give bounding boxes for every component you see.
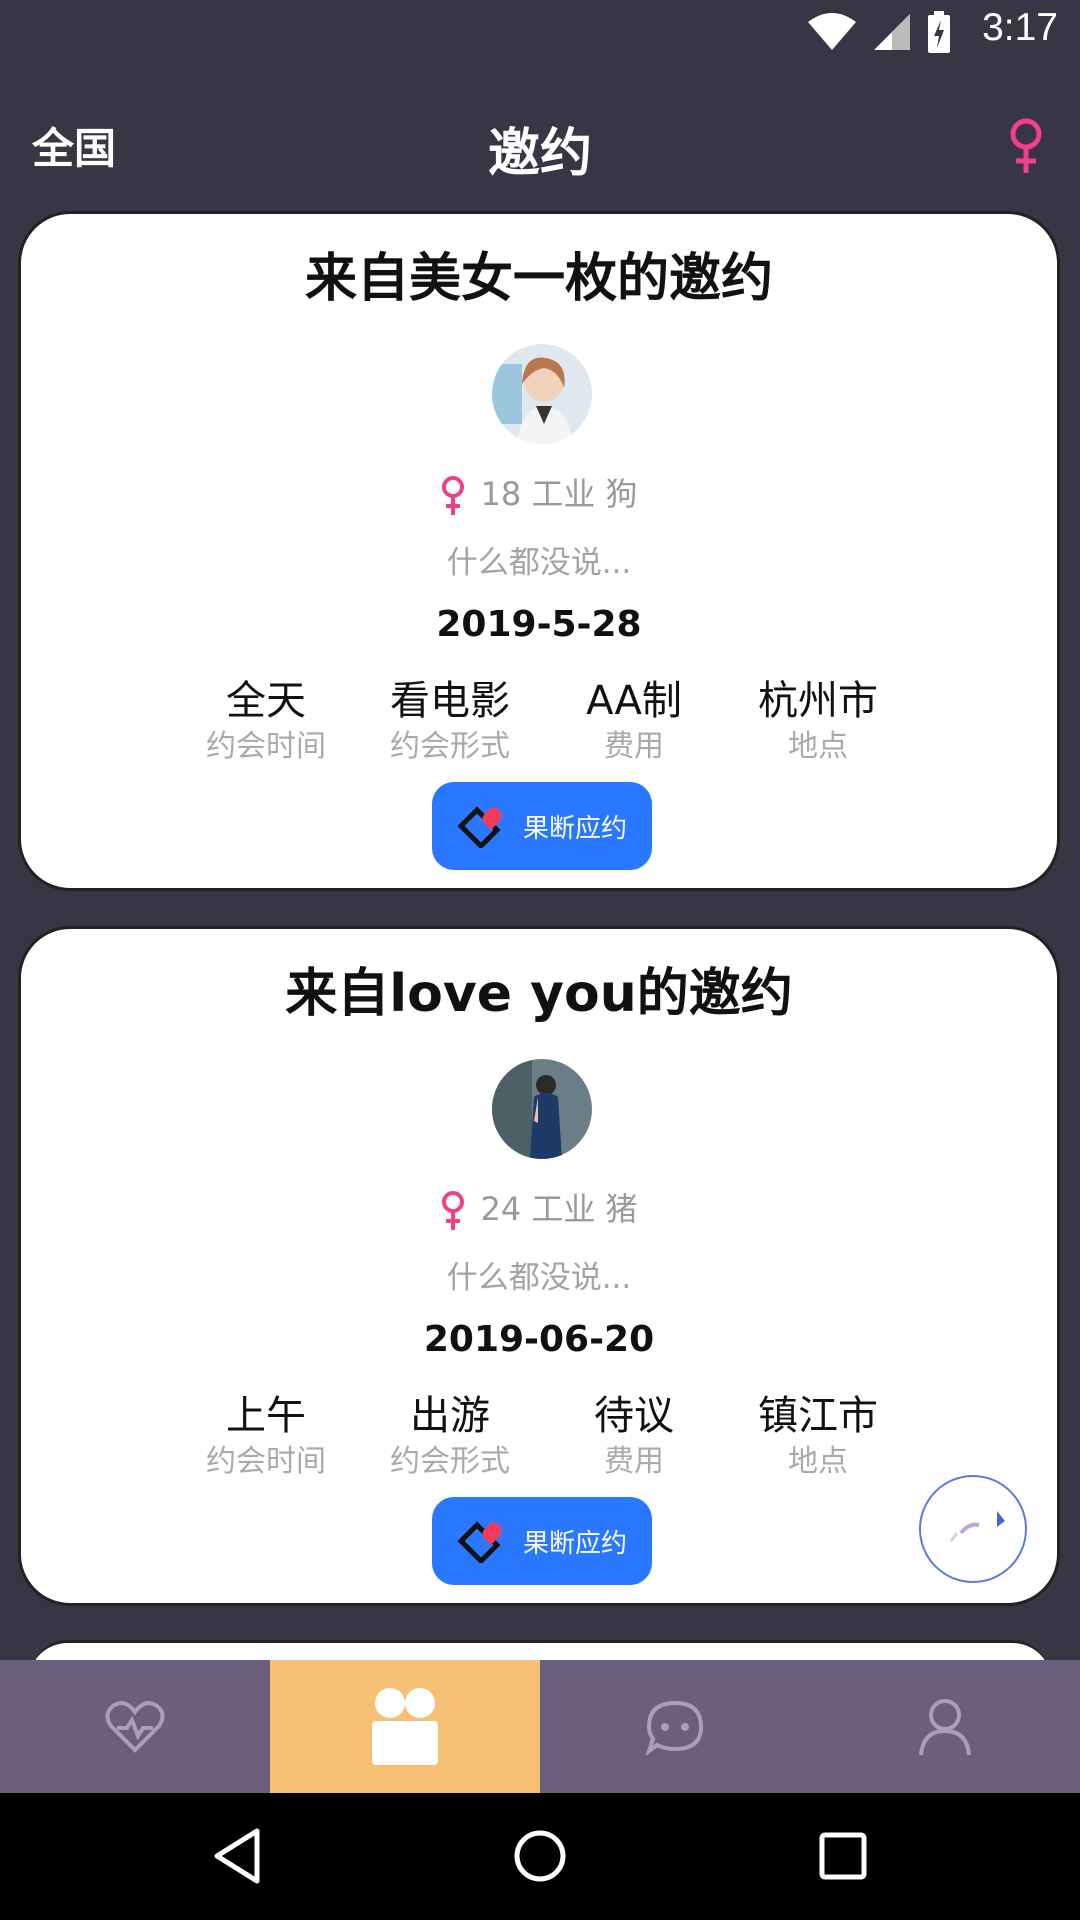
accept-invitation-button[interactable]: 果断应约	[432, 1497, 652, 1585]
info-label: 费用	[604, 1444, 664, 1479]
info-date-time: 上午 约会时间	[191, 1392, 341, 1482]
info-value: 出游	[410, 1393, 490, 1439]
heart-pulse-icon	[105, 1700, 165, 1753]
female-symbol-icon[interactable]	[1006, 117, 1046, 175]
info-label: 约会时间	[206, 729, 326, 764]
page-title: 邀约	[487, 124, 592, 184]
recents-icon[interactable]	[810, 1823, 876, 1889]
info-label: 约会形式	[390, 729, 510, 764]
info-date-time: 全天 约会时间	[191, 677, 341, 767]
invitation-note: 什么都没说...	[446, 545, 632, 581]
status-time: 3:17	[982, 6, 1058, 49]
floating-action-button[interactable]	[919, 1475, 1027, 1583]
user-meta-text: 24 工业 猪	[480, 1190, 638, 1228]
wifi-icon	[808, 13, 856, 50]
info-value: 杭州市	[758, 678, 878, 724]
status-bar: 3:17	[0, 0, 1080, 63]
user-meta: 24 工业 猪	[21, 1184, 1057, 1231]
info-value: AA制	[586, 678, 682, 724]
back-icon[interactable]	[205, 1823, 271, 1889]
info-label: 地点	[788, 1444, 848, 1479]
info-cost: 待议 费用	[559, 1392, 709, 1482]
battery-charging-icon	[928, 11, 950, 53]
refresh-icon	[949, 1511, 1005, 1542]
female-symbol-icon	[442, 1191, 465, 1230]
info-cost: AA制 费用	[559, 677, 709, 767]
tab-bar	[0, 1660, 1080, 1793]
app-header: 全国 邀约	[0, 63, 1080, 211]
tab-discover[interactable]	[0, 1660, 270, 1793]
info-label: 费用	[604, 729, 664, 764]
info-label: 约会时间	[206, 1444, 326, 1479]
info-label: 约会形式	[390, 1444, 510, 1479]
info-date-form: 出游 约会形式	[375, 1392, 525, 1482]
couple-icon	[372, 1687, 438, 1765]
tab-invitations[interactable]	[270, 1660, 540, 1793]
user-meta: 18 工业 狗	[21, 469, 1057, 516]
tab-profile[interactable]	[810, 1660, 1080, 1793]
info-value: 上午	[226, 1393, 306, 1439]
accept-button-label: 果断应约	[522, 813, 627, 844]
home-icon[interactable]	[507, 1823, 573, 1889]
female-symbol-icon	[442, 476, 465, 515]
invitation-note: 什么都没说...	[446, 1260, 632, 1296]
heart-tag-icon	[457, 1521, 502, 1563]
info-value: 待议	[594, 1393, 674, 1439]
info-label: 地点	[788, 729, 848, 764]
chat-bubble-icon	[645, 1700, 704, 1755]
card-title: 来自美女一枚的邀约	[304, 249, 773, 309]
heart-tag-icon	[457, 806, 502, 848]
invitation-date: 2019-5-28	[436, 604, 642, 645]
info-date-form: 看电影 约会形式	[375, 677, 525, 767]
accept-invitation-button[interactable]: 果断应约	[432, 782, 652, 870]
info-value: 看电影	[390, 678, 510, 724]
accept-button-label: 果断应约	[522, 1528, 627, 1559]
invitation-card: 来自love you的邀约 24 工业 猪 什么都没说... 2019-06-2…	[18, 926, 1060, 1606]
user-meta-text: 18 工业 狗	[480, 475, 638, 513]
invitation-date: 2019-06-20	[423, 1319, 655, 1360]
info-location: 杭州市 地点	[743, 677, 893, 767]
card-title: 来自love you的邀约	[285, 964, 793, 1024]
info-location: 镇江市 地点	[743, 1392, 893, 1482]
tab-messages[interactable]	[540, 1660, 810, 1793]
info-value: 镇江市	[758, 1393, 878, 1439]
avatar[interactable]	[492, 1059, 592, 1159]
info-value: 全天	[226, 678, 306, 724]
person-icon	[919, 1698, 971, 1755]
avatar[interactable]	[492, 344, 592, 444]
invitation-card: 来自美女一枚的邀约 18 工业 狗 什么都没说... 2019-5-28 全天 …	[18, 211, 1060, 891]
signal-icon	[874, 14, 910, 50]
system-nav-bar	[0, 1793, 1080, 1920]
status-icons	[806, 10, 952, 54]
